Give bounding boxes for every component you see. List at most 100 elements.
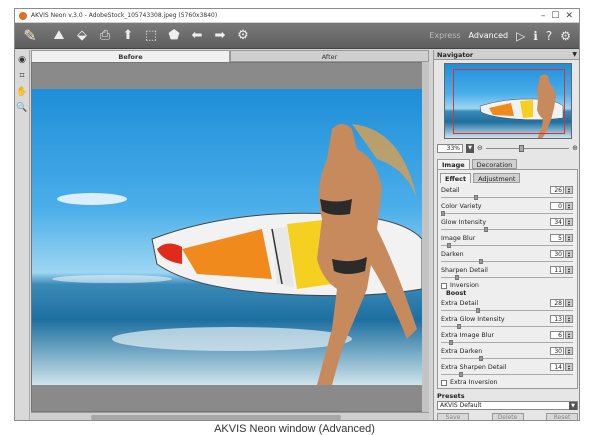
undo-icon[interactable]: ⬅ <box>187 26 207 46</box>
canvas-horizontal-scrollbar[interactable] <box>31 412 429 420</box>
hand-icon[interactable]: ✋ <box>16 86 28 98</box>
info-icon[interactable]: ℹ <box>533 29 538 43</box>
param-value-field[interactable]: 28 <box>550 299 564 307</box>
param-slider-knob[interactable] <box>447 243 452 248</box>
redo-icon[interactable]: ➡ <box>210 26 230 46</box>
parameters-box: Effect Adjustment Detail 26 ▴ ▾ Color Variet… <box>437 169 578 389</box>
param-slider-knob[interactable] <box>476 308 481 313</box>
navigator-thumbnail[interactable] <box>443 63 572 139</box>
spinner-icon[interactable]: ▴ ▾ <box>565 266 573 274</box>
tab-image[interactable]: Image <box>437 159 470 169</box>
help-icon[interactable]: ? <box>546 29 552 43</box>
param-slider-track[interactable] <box>441 245 573 246</box>
express-mode-link[interactable]: Express <box>429 31 460 40</box>
param-slider-knob[interactable] <box>448 340 453 345</box>
preferences-gear-icon[interactable]: ⚙ <box>233 26 253 46</box>
param-slider-track[interactable] <box>441 277 573 278</box>
param-value-field[interactable]: 13 <box>550 315 564 323</box>
zoom-out-icon[interactable]: ⊖ <box>477 144 483 152</box>
param-value-field[interactable]: 0 <box>550 202 564 210</box>
param-slider-track[interactable] <box>441 213 573 214</box>
save-preset-button[interactable]: Save <box>437 413 469 420</box>
extra-inversion-checkbox-row[interactable]: Extra Inversion <box>440 378 575 387</box>
inversion-checkbox-row[interactable]: Inversion <box>440 281 575 290</box>
advanced-mode-link[interactable]: Advanced <box>469 31 509 40</box>
settings-gear-icon[interactable]: ⚙ <box>560 29 571 43</box>
import-preset-icon[interactable]: ⬟ <box>164 26 184 46</box>
param-slider-track[interactable] <box>441 358 573 359</box>
param-slider-knob[interactable] <box>478 259 483 264</box>
param-slider-knob[interactable] <box>441 211 445 216</box>
param-value-field[interactable]: 6 <box>550 331 564 339</box>
spinner-icon[interactable]: ▴ ▾ <box>565 331 573 339</box>
delete-preset-button[interactable]: Delete <box>491 413 524 420</box>
zoom-in-icon[interactable]: ⊕ <box>572 144 578 152</box>
figure-caption: AKVIS Neon window (Advanced) <box>214 423 375 435</box>
zoom-slider[interactable] <box>485 144 570 152</box>
open-image-icon[interactable]: ⛰ <box>49 26 69 46</box>
param-value-field[interactable]: 34 <box>550 218 564 226</box>
zoom-level-field[interactable]: 33% <box>437 143 463 153</box>
spinner-icon[interactable]: ▴ ▾ <box>565 363 573 371</box>
run-play-icon[interactable]: ▷ <box>516 29 525 43</box>
param-slider-knob[interactable] <box>457 324 462 329</box>
param-row: Darken 30 ▴ ▾ <box>440 249 575 265</box>
navigator-header[interactable]: Navigator ▼ <box>434 50 579 60</box>
param-slider-knob[interactable] <box>483 227 488 232</box>
print-icon[interactable]: ⎙ <box>95 26 115 46</box>
maximize-icon[interactable]: ☐ <box>551 11 559 21</box>
param-value-field[interactable]: 26 <box>550 186 564 194</box>
param-slider-track[interactable] <box>441 229 573 230</box>
navigator-view-rectangle[interactable] <box>452 69 565 134</box>
param-value-field[interactable]: 5 <box>550 234 564 242</box>
extra-inversion-checkbox[interactable] <box>441 379 447 386</box>
param-slider-knob[interactable] <box>454 275 459 280</box>
collapse-arrow-icon[interactable]: ▼ <box>572 50 577 60</box>
image-canvas[interactable] <box>31 62 429 412</box>
zoom-dropdown-icon[interactable]: ▼ <box>466 143 474 153</box>
spinner-icon[interactable]: ▴ ▾ <box>565 186 573 194</box>
minimize-icon[interactable]: – <box>541 11 546 21</box>
zoom-icon[interactable]: 🔍 <box>16 102 28 114</box>
crop-icon[interactable]: ⌗ <box>16 70 28 82</box>
share-icon[interactable]: ⬆ <box>118 26 138 46</box>
param-slider-knob[interactable] <box>458 372 463 377</box>
param-value-field[interactable]: 14 <box>550 363 564 371</box>
tab-effect[interactable]: Effect <box>440 173 472 183</box>
save-image-icon[interactable]: ⬙ <box>72 26 92 46</box>
tools-sidebar: ◉ ⌗ ✋ 🔍 <box>15 50 30 420</box>
tab-after[interactable]: After <box>230 50 429 62</box>
spinner-icon[interactable]: ▴ ▾ <box>565 234 573 242</box>
scrollbar-thumb[interactable] <box>91 415 341 420</box>
reset-preset-button[interactable]: Reset <box>546 413 578 420</box>
tab-before[interactable]: Before <box>31 50 230 62</box>
param-slider-track[interactable] <box>441 197 573 198</box>
boost-section-title: Boost <box>446 290 467 297</box>
param-value-field[interactable]: 11 <box>550 266 564 274</box>
param-value-field[interactable]: 30 <box>550 347 564 355</box>
param-slider-knob[interactable] <box>478 356 483 361</box>
spinner-icon[interactable]: ▴ ▾ <box>565 202 573 210</box>
preset-select[interactable]: AKVIS Default ▼ <box>437 401 578 410</box>
batch-processing-icon[interactable]: ⬚ <box>141 26 161 46</box>
preset-dropdown-icon[interactable]: ▼ <box>569 402 577 410</box>
preview-window-icon[interactable]: ◉ <box>16 54 28 66</box>
close-icon[interactable]: ✕ <box>565 11 573 21</box>
tab-adjustment[interactable]: Adjustment <box>473 173 521 183</box>
zoom-slider-knob[interactable] <box>519 144 525 152</box>
inversion-checkbox[interactable] <box>441 282 447 289</box>
spinner-icon[interactable]: ▴ ▾ <box>565 347 573 355</box>
spinner-icon[interactable]: ▴ ▾ <box>565 218 573 226</box>
spinner-icon[interactable]: ▴ ▾ <box>565 315 573 323</box>
param-value-field[interactable]: 30 <box>550 250 564 258</box>
param-slider-track[interactable] <box>441 342 573 343</box>
param-slider-knob[interactable] <box>473 195 478 200</box>
spinner-icon[interactable]: ▴ ▾ <box>565 250 573 258</box>
param-slider-track[interactable] <box>441 310 573 311</box>
canvas-vertical-scrollbar[interactable] <box>422 62 429 412</box>
param-slider-track[interactable] <box>441 261 573 262</box>
tab-decoration[interactable]: Decoration <box>471 159 518 169</box>
spinner-icon[interactable]: ▴ ▾ <box>565 299 573 307</box>
param-row: Extra Detail 28 ▴ ▾ <box>440 298 575 314</box>
param-row: Detail 26 ▴ ▾ <box>440 185 575 201</box>
